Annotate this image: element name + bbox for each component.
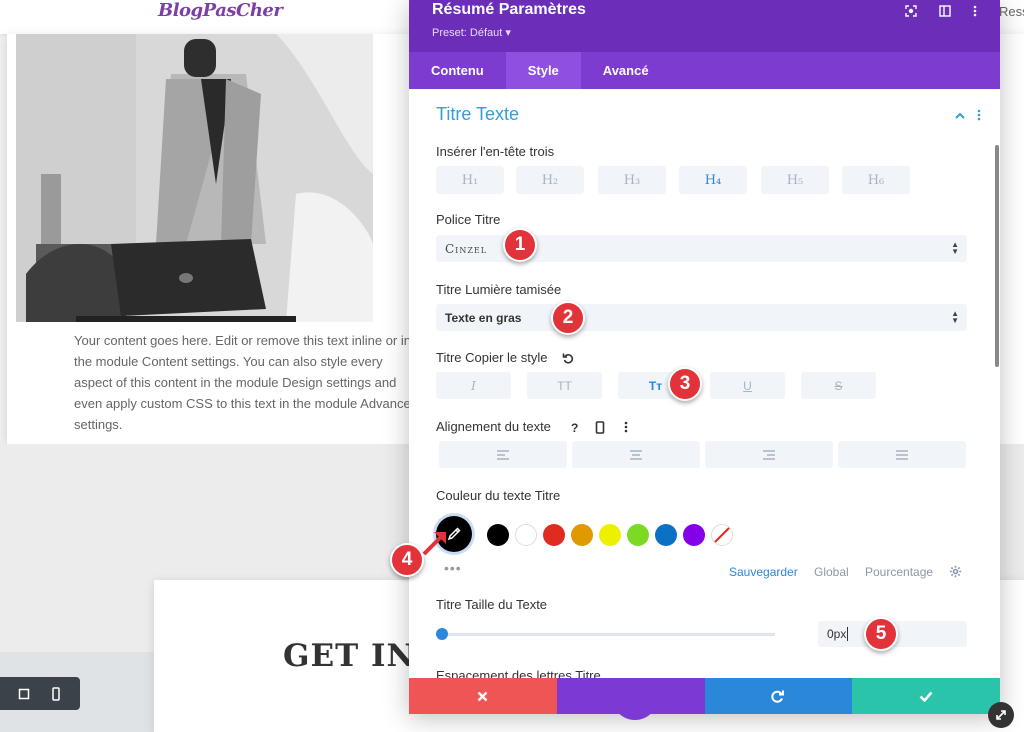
- panel-tabs: Contenu Style Avancé: [409, 52, 1000, 89]
- heading-h5-button[interactable]: H₅: [761, 166, 829, 194]
- panel-scrollbar[interactable]: [995, 145, 999, 367]
- swatch-red[interactable]: [543, 524, 565, 546]
- view-mode-toggle: [0, 677, 80, 710]
- swatch-purple[interactable]: [683, 524, 705, 546]
- align-more-icon[interactable]: [618, 419, 634, 435]
- uppercase-button[interactable]: TT: [527, 372, 602, 399]
- heading-h2-button[interactable]: H₂: [516, 166, 584, 194]
- chevron-up-icon[interactable]: [954, 108, 966, 126]
- align-right-button[interactable]: [705, 441, 833, 468]
- panel-more-icon[interactable]: [967, 3, 983, 19]
- fullscreen-icon[interactable]: [903, 3, 919, 19]
- save-color-link[interactable]: Sauvegarder: [729, 565, 798, 579]
- font-weight-label: Titre Lumière tamisée: [436, 282, 562, 297]
- annotation-badge-3: 3: [668, 367, 702, 401]
- check-icon: [919, 691, 933, 702]
- text-size-value: 0px: [827, 627, 847, 641]
- swatch-green[interactable]: [627, 524, 649, 546]
- contact-heading: GET IN: [283, 638, 416, 674]
- align-justify-icon: [896, 449, 908, 460]
- site-logo[interactable]: BlogPasCher: [158, 0, 283, 21]
- swatch-none-icon[interactable]: [711, 524, 733, 546]
- annotation-badge-5: 5: [864, 617, 898, 651]
- more-colors-icon[interactable]: •••: [444, 560, 462, 576]
- align-center-button[interactable]: [572, 441, 700, 468]
- heading-h4-button[interactable]: H₄: [679, 166, 747, 194]
- preset-dropdown[interactable]: Preset: Défaut ▾: [432, 26, 511, 39]
- redo-button[interactable]: [704, 678, 853, 714]
- align-left-icon: [497, 449, 509, 460]
- tab-contenu[interactable]: Contenu: [409, 52, 506, 89]
- annotation-arrow: [422, 532, 446, 556]
- italic-button[interactable]: I: [436, 372, 511, 399]
- swatch-white[interactable]: [515, 524, 537, 546]
- percentage-link[interactable]: Pourcentage: [865, 565, 933, 579]
- select-arrows-icon: ▲ ▼: [951, 240, 959, 256]
- align-left-button[interactable]: [439, 441, 567, 468]
- text-color-label: Couleur du texte Titre: [436, 488, 561, 503]
- tab-style[interactable]: Style: [505, 52, 581, 89]
- section-more-icon[interactable]: [977, 108, 981, 126]
- font-weight-select[interactable]: Texte en gras ▲ ▼: [436, 304, 967, 331]
- panel-footer: [409, 678, 1000, 714]
- slider-handle[interactable]: [436, 628, 448, 640]
- text-align-label: Alignement du texte: [436, 419, 551, 434]
- svg-text:?: ?: [571, 421, 578, 433]
- panel-header: Résumé Paramètres Preset: Défaut ▾: [409, 0, 1000, 52]
- align-justify-button[interactable]: [838, 441, 966, 468]
- presenter-photo: [16, 34, 373, 322]
- save-button[interactable]: [852, 678, 1000, 714]
- section-title[interactable]: Titre Texte: [436, 104, 519, 125]
- font-weight-value: Texte en gras: [445, 310, 522, 325]
- swatch-black[interactable]: [487, 524, 509, 546]
- font-style-label: Titre Copier le style: [436, 350, 548, 365]
- annotation-badge-1: 1: [503, 228, 537, 262]
- tab-avance[interactable]: Avancé: [581, 52, 671, 89]
- desktop-view-icon[interactable]: [13, 683, 35, 705]
- font-label: Police Titre: [436, 212, 501, 227]
- heading-h6-button[interactable]: H₆: [842, 166, 910, 194]
- text-size-slider[interactable]: [442, 633, 775, 636]
- panel-title: Résumé Paramètres: [432, 1, 586, 18]
- select-arrows-icon: ▲ ▼: [951, 309, 959, 325]
- settings-panel: Résumé Paramètres Preset: Défaut ▾ Conte…: [409, 0, 1000, 714]
- gear-icon[interactable]: [949, 565, 962, 583]
- strikethrough-button[interactable]: S: [801, 372, 876, 399]
- resize-handle-icon[interactable]: [988, 702, 1014, 728]
- close-icon: [478, 691, 488, 701]
- text-size-label: Titre Taille du Texte: [436, 597, 548, 612]
- help-icon[interactable]: ?: [567, 419, 583, 435]
- annotation-badge-4: 4: [390, 543, 424, 577]
- mobile-view-icon[interactable]: [45, 683, 67, 705]
- nav-link-ress[interactable]: Ress: [999, 4, 1024, 19]
- underline-button[interactable]: U: [710, 372, 785, 399]
- heading-h3-button[interactable]: H₃: [598, 166, 666, 194]
- redo-icon: [771, 690, 785, 703]
- split-view-icon[interactable]: [937, 3, 953, 19]
- annotation-badge-2: 2: [551, 301, 585, 335]
- global-color-link[interactable]: Global: [814, 565, 849, 579]
- swatch-yellow[interactable]: [599, 524, 621, 546]
- discard-button[interactable]: [409, 678, 557, 714]
- align-right-icon: [763, 449, 775, 460]
- heading-h1-button[interactable]: H₁: [436, 166, 504, 194]
- heading-level-label: Insérer l'en-tête trois: [436, 144, 555, 159]
- reset-icon[interactable]: [562, 351, 574, 369]
- content-paragraph: Your content goes here. Edit or remove t…: [74, 333, 418, 432]
- responsive-phone-icon[interactable]: [592, 419, 608, 435]
- swatch-blue[interactable]: [655, 524, 677, 546]
- align-center-icon: [630, 449, 642, 460]
- swatch-orange[interactable]: [571, 524, 593, 546]
- font-select-value: Cinzel: [445, 241, 488, 256]
